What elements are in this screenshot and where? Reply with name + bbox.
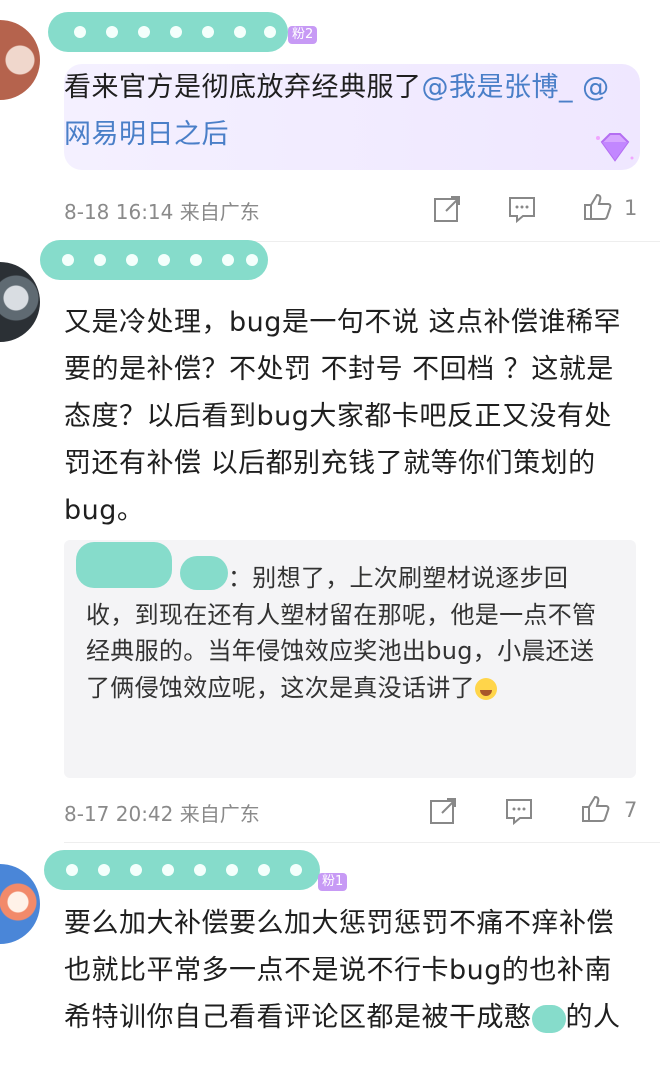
comment-text: 看来官方是彻底放弃经典服了@我是张博_ @网易明日之后 [64, 72, 610, 150]
mention-link[interactable]: @我是张博_ [422, 72, 574, 103]
username-masked[interactable] [48, 12, 288, 52]
comment-meta: 8-18 16:14 来自广东 [64, 200, 260, 224]
thumbs-up-icon[interactable] [580, 794, 610, 824]
laughing-crying-emoji-icon [474, 677, 497, 700]
divider [64, 842, 660, 843]
thumbs-up-icon[interactable] [582, 192, 612, 222]
masked-word [531, 1004, 566, 1033]
comment-text: 要么加大补偿要么加大惩罚惩罚不痛不痒补偿也就比平常多一点不是说不行卡bug的也补… [64, 908, 621, 1033]
share-icon[interactable] [428, 796, 458, 826]
avatar[interactable] [0, 262, 40, 342]
comment-text: 又是冷处理，bug是一句不说 这点补偿谁稀罕要的是补偿？不处罚 不封号 不回档 … [64, 307, 621, 526]
reply-text: ：别想了，上次刷塑材说逐步回收，到现在还有人塑材留在那呢，他是一点不管经典服的。… [86, 564, 597, 702]
gem-icon [596, 133, 634, 162]
comment-icon[interactable] [504, 796, 534, 826]
like-count: 1 [624, 196, 638, 220]
share-icon[interactable] [432, 194, 462, 224]
comment-meta: 8-17 20:42 来自广东 [64, 802, 260, 826]
fan-level-badge: 粉1 [318, 873, 348, 891]
fan-level-badge: 粉2 [288, 26, 318, 44]
avatar[interactable] [0, 864, 40, 944]
username-masked[interactable] [40, 240, 268, 280]
like-count: 7 [624, 798, 638, 822]
comment-icon[interactable] [507, 194, 537, 224]
avatar[interactable] [0, 20, 40, 100]
username-masked[interactable] [44, 850, 320, 890]
